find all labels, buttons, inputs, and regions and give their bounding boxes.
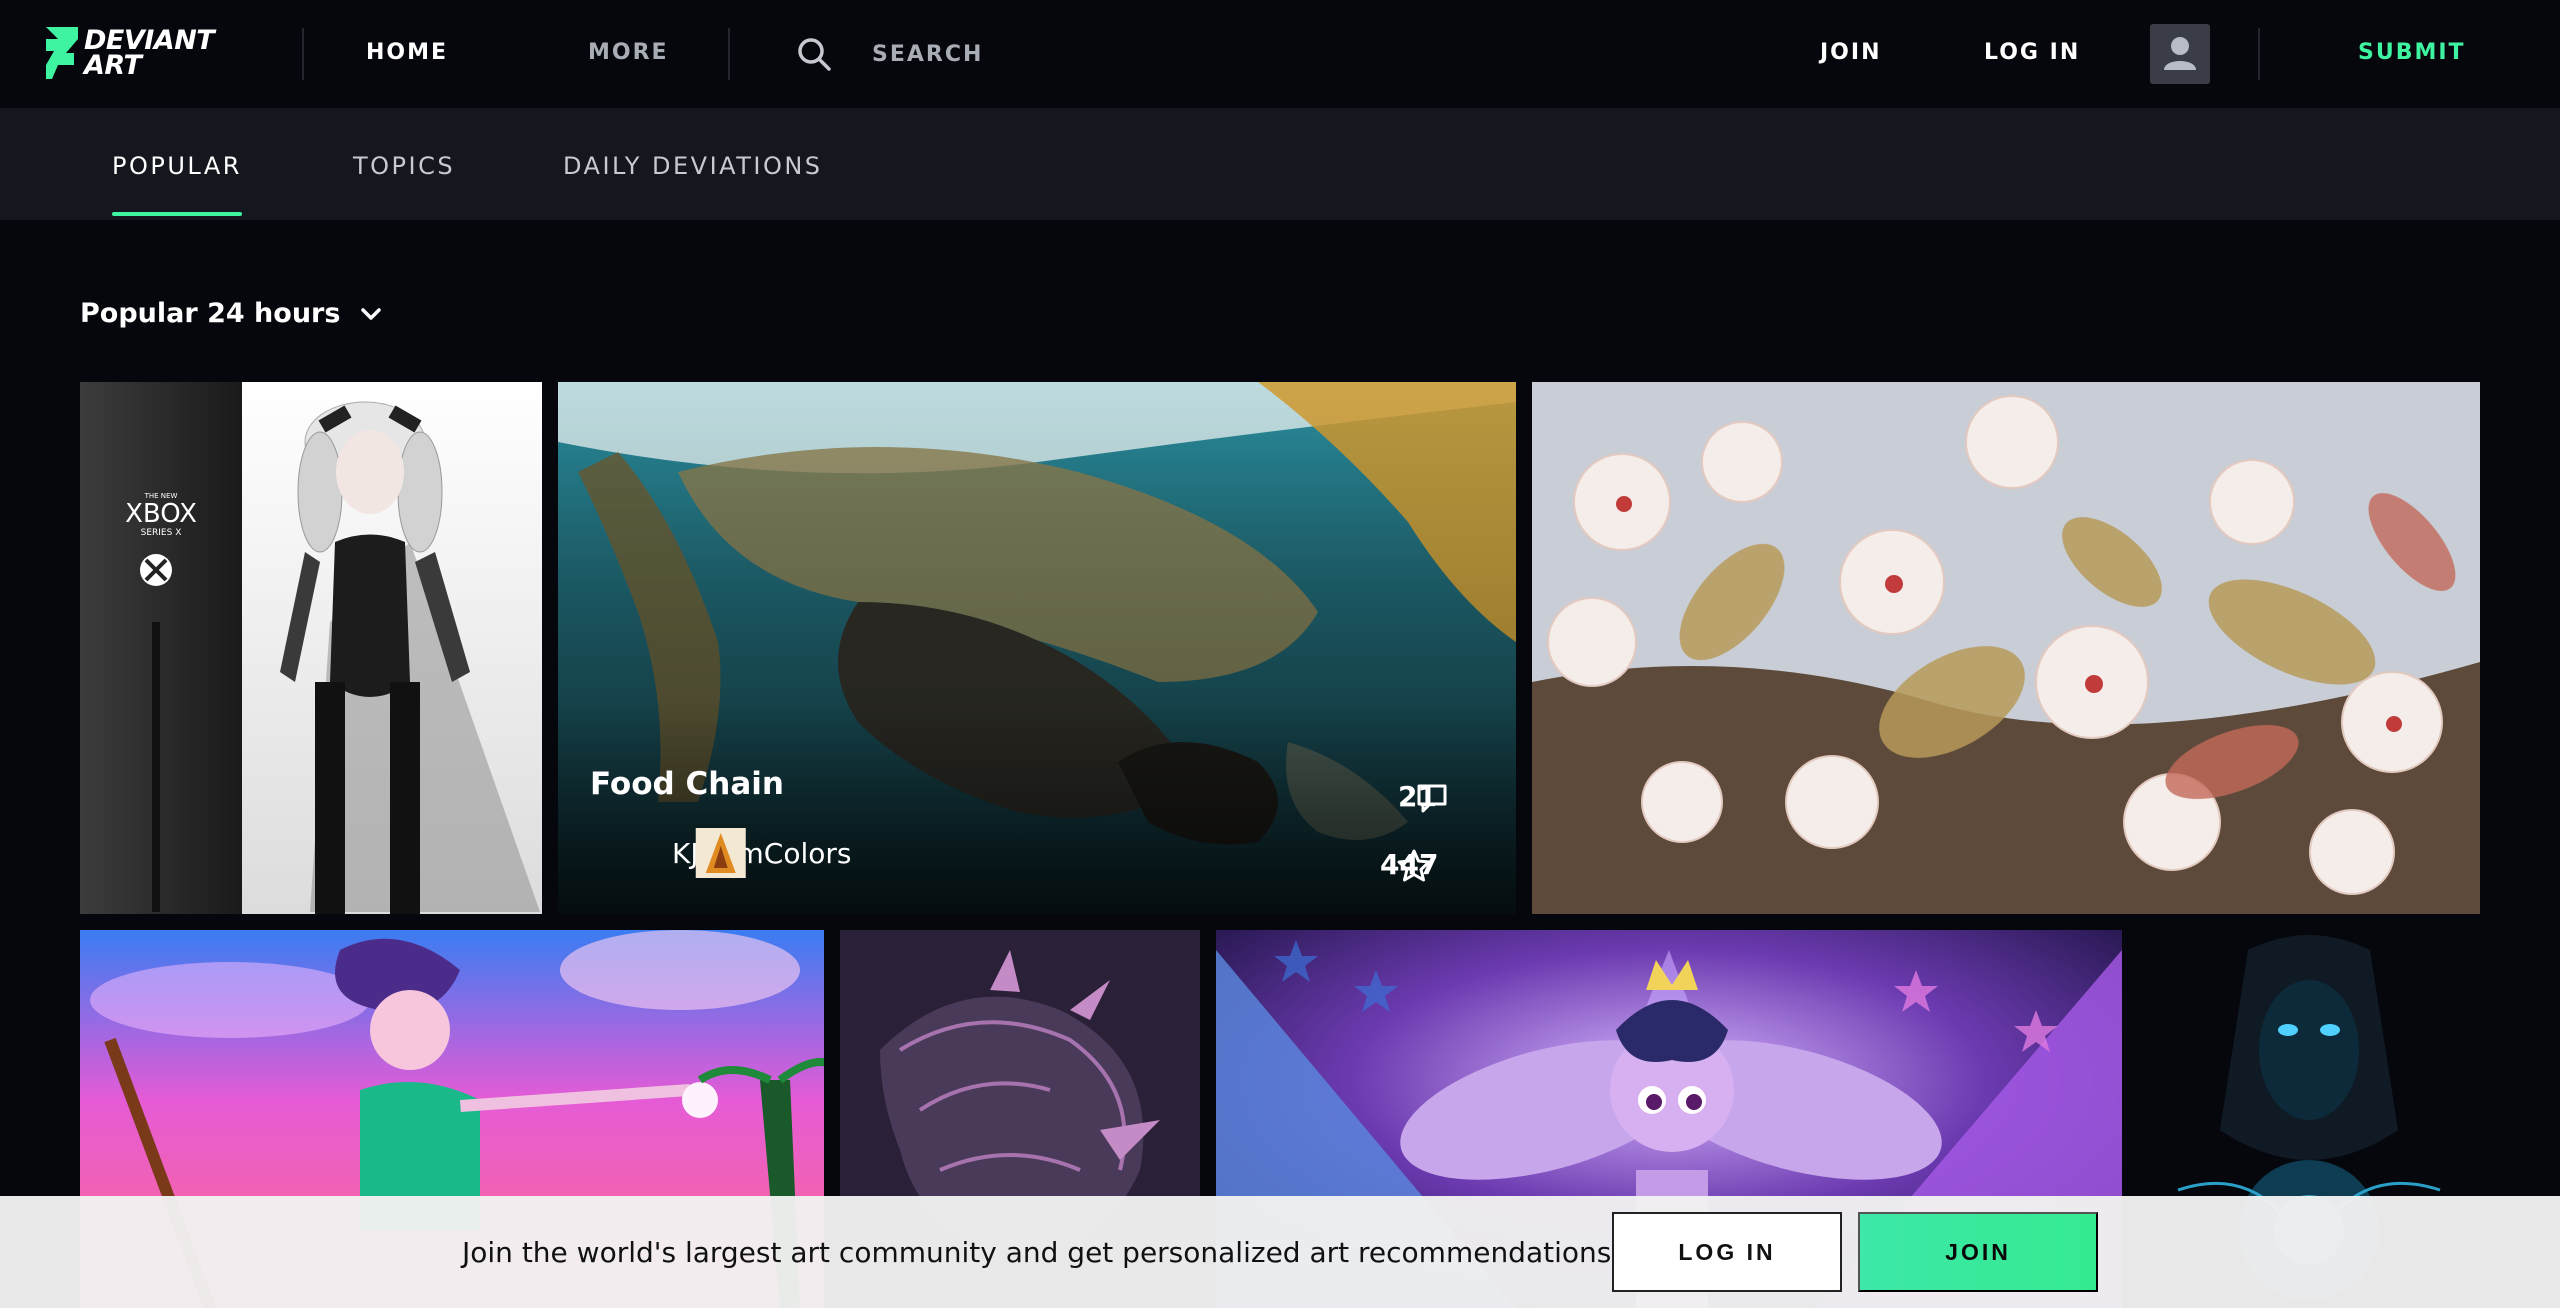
author-link[interactable]: KJfromColors xyxy=(590,828,851,878)
tab-topics[interactable]: TOPICS xyxy=(353,152,455,180)
xbox-box-text: THE NEW XBOX SERIES X xyxy=(80,492,242,538)
banner-login-button[interactable]: LOG IN xyxy=(1612,1212,1842,1292)
star-icon xyxy=(1397,849,1431,882)
tab-daily-deviations[interactable]: DAILY DEVIATIONS xyxy=(563,152,823,180)
login-link[interactable]: LOG IN xyxy=(1984,40,2080,70)
artwork-tile[interactable] xyxy=(1532,382,2480,914)
logo-text: DEVIANT ART xyxy=(84,25,215,81)
nav-more-link[interactable]: MORE xyxy=(588,40,669,70)
top-navigation-bar: DEVIANT ART HOME MORE SEARCH JOIN LOG IN… xyxy=(0,0,2560,108)
user-silhouette-icon xyxy=(2164,37,2196,70)
active-tab-indicator xyxy=(112,212,242,216)
deviantart-logo-icon xyxy=(46,27,78,79)
join-link[interactable]: JOIN xyxy=(1820,40,1882,70)
avatar[interactable] xyxy=(2150,24,2210,84)
xbox-title-text: XBOX xyxy=(125,499,197,529)
comment-count[interactable]: 21 xyxy=(1398,780,1447,813)
artwork-title[interactable]: Food Chain xyxy=(590,766,784,802)
featured-artwork-tile[interactable]: Food Chain KJfromColors 21 447 xyxy=(558,382,1516,914)
author-avatar xyxy=(590,828,746,878)
chevron-down-icon xyxy=(361,307,382,320)
signup-banner: Join the world's largest art community a… xyxy=(0,1196,2560,1308)
divider xyxy=(2258,28,2260,80)
search-icon[interactable] xyxy=(796,36,832,72)
submit-button[interactable]: SUBMIT xyxy=(2358,40,2466,65)
favourite-count[interactable]: 447 xyxy=(1380,848,1438,882)
artwork-tile[interactable]: THE NEW XBOX SERIES X xyxy=(80,382,542,914)
time-filter-dropdown[interactable]: Popular 24 hours xyxy=(80,298,384,329)
tab-popular[interactable]: POPULAR xyxy=(112,152,242,180)
divider xyxy=(302,28,304,80)
comment-icon xyxy=(1417,784,1447,813)
banner-join-button[interactable]: JOIN xyxy=(1858,1212,2098,1292)
divider xyxy=(728,28,730,80)
deviantart-logo[interactable]: DEVIANT ART xyxy=(44,26,234,80)
artwork-thumbnail xyxy=(80,382,542,914)
time-filter-label: Popular 24 hours xyxy=(80,298,341,329)
xbox-series-text: SERIES X xyxy=(140,528,182,538)
banner-message: Join the world's largest art community a… xyxy=(462,1236,1621,1269)
artwork-thumbnail xyxy=(1532,382,2480,914)
nav-home-link[interactable]: HOME xyxy=(366,40,448,70)
search-input[interactable]: SEARCH xyxy=(872,42,983,67)
tab-bar: POPULAR TOPICS DAILY DEVIATIONS xyxy=(0,108,2560,220)
